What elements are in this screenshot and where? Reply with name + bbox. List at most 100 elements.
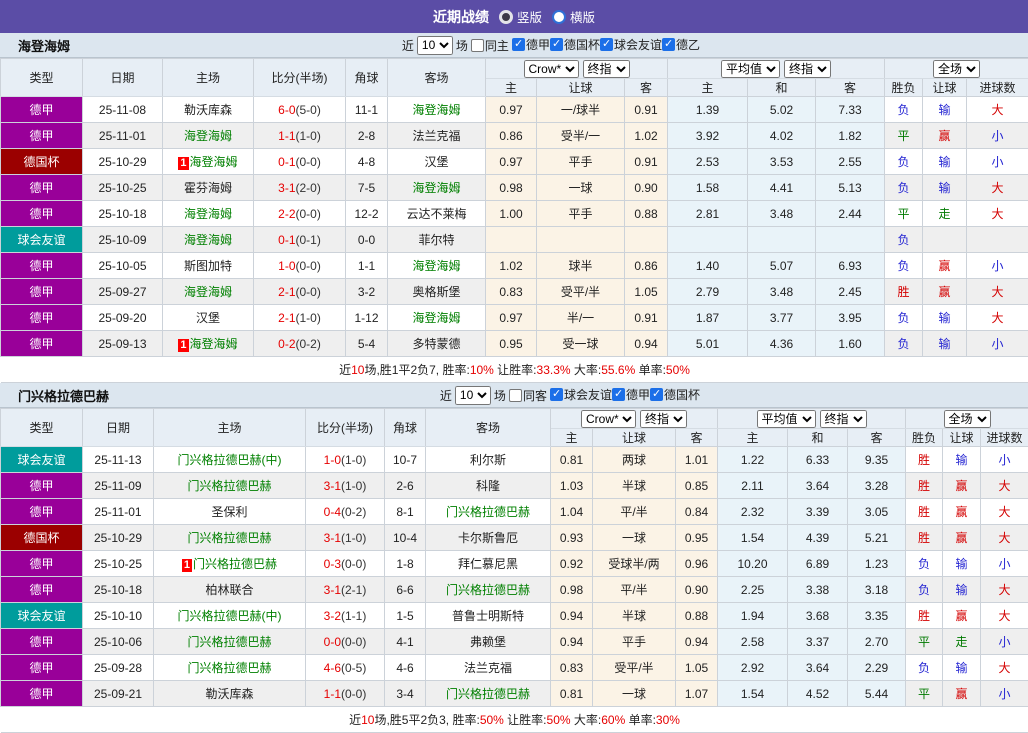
league-filter-item[interactable]: 球会友谊	[550, 386, 612, 403]
home-team-link[interactable]: 勒沃库森	[154, 681, 306, 707]
summary-text: 近	[349, 713, 361, 727]
layout-radio-horizontal[interactable]: 横版	[552, 7, 595, 26]
away-team-link[interactable]: 科隆	[426, 473, 551, 499]
home-team-link[interactable]: 门兴格拉德巴赫	[154, 655, 306, 681]
radio-vertical-icon[interactable]	[499, 10, 513, 24]
col-header-score: 比分(半场)	[254, 59, 346, 97]
home-team-link[interactable]: 门兴格拉德巴赫	[154, 525, 306, 551]
same-away-checkbox[interactable]	[509, 389, 522, 402]
home-team-link[interactable]: 柏林联合	[154, 577, 306, 603]
summary-text: 让胜率:	[504, 713, 547, 727]
home-team-link[interactable]: 门兴格拉德巴赫(中)	[154, 447, 306, 473]
home-team-link[interactable]: 海登海姆	[163, 201, 254, 227]
home-team-link[interactable]: 汉堡	[163, 305, 254, 331]
home-team-link[interactable]: 1海登海姆	[163, 149, 254, 175]
summary-text: 场,胜5平2负3, 胜率:	[374, 713, 479, 727]
average-select[interactable]: 平均值	[757, 410, 816, 428]
away-team-link[interactable]: 门兴格拉德巴赫	[426, 681, 551, 707]
odds-home-value: 0.98	[486, 175, 537, 201]
away-team-link[interactable]: 奥格斯堡	[388, 279, 486, 305]
home-team-link[interactable]: 海登海姆	[163, 123, 254, 149]
scope-select[interactable]: 全场	[933, 60, 980, 78]
home-team-link[interactable]: 1门兴格拉德巴赫	[154, 551, 306, 577]
away-team-link[interactable]: 门兴格拉德巴赫	[426, 499, 551, 525]
away-team-link[interactable]: 海登海姆	[388, 305, 486, 331]
league-filter-item[interactable]: 德国杯	[650, 386, 700, 403]
away-team-link[interactable]: 卡尔斯鲁厄	[426, 525, 551, 551]
away-team-link[interactable]: 多特蒙德	[388, 331, 486, 357]
away-team-link[interactable]: 拜仁慕尼黑	[426, 551, 551, 577]
match-count-select[interactable]: 10	[455, 386, 491, 405]
away-team-link[interactable]: 普鲁士明斯特	[426, 603, 551, 629]
bookmaker-select[interactable]: Crow*	[581, 410, 636, 428]
score-cell: 3-1(1-0)	[306, 525, 385, 551]
table-row: 德甲 25-09-20 汉堡 2-1(1-0) 1-12 海登海姆 0.97 半…	[1, 305, 1028, 331]
home-team-link[interactable]: 圣保利	[154, 499, 306, 525]
table-row: 球会友谊 25-11-13 门兴格拉德巴赫(中) 1-0(1-0) 10-7 利…	[1, 447, 1028, 473]
league-checkbox[interactable]	[650, 388, 663, 401]
away-team-link[interactable]: 云达不莱梅	[388, 201, 486, 227]
layout-radio-vertical[interactable]: 竖版	[499, 7, 542, 26]
away-team-link[interactable]: 弗赖堡	[426, 629, 551, 655]
avg-draw-odds: 3.48	[748, 279, 816, 305]
home-team-link[interactable]: 门兴格拉德巴赫	[154, 629, 306, 655]
result-win-draw-loss: 平	[906, 681, 943, 707]
away-team-link[interactable]: 海登海姆	[388, 175, 486, 201]
away-team-link[interactable]: 菲尔特	[388, 227, 486, 253]
league-checkbox[interactable]	[550, 388, 563, 401]
away-team-link[interactable]: 利尔斯	[426, 447, 551, 473]
league-filter-item[interactable]: 德乙	[662, 36, 700, 53]
avg-home-odds: 3.92	[668, 123, 748, 149]
same-home-checkbox[interactable]	[471, 39, 484, 52]
league-checkbox[interactable]	[612, 388, 625, 401]
league-label: 德国杯	[664, 386, 700, 403]
radio-horizontal-icon[interactable]	[552, 10, 566, 24]
col-header-result-goals: 进球数	[967, 79, 1028, 97]
away-team-link[interactable]: 海登海姆	[388, 253, 486, 279]
away-team-link[interactable]: 门兴格拉德巴赫	[426, 577, 551, 603]
odds-away-value: 0.96	[676, 551, 718, 577]
halftime-score: (1-0)	[341, 453, 366, 467]
home-team-link[interactable]: 门兴格拉德巴赫(中)	[154, 603, 306, 629]
avg-time-select[interactable]: 终指	[820, 410, 867, 428]
league-filter-item[interactable]: 德甲	[512, 36, 550, 53]
home-team-link[interactable]: 海登海姆	[163, 279, 254, 305]
league-checkbox[interactable]	[662, 38, 675, 51]
match-type-badge: 球会友谊	[1, 447, 83, 473]
first-match-badge: 1	[182, 559, 192, 572]
result-goals-over-under: 大	[967, 97, 1028, 123]
scope-select[interactable]: 全场	[944, 410, 991, 428]
match-count-select[interactable]: 10	[417, 36, 453, 55]
avg-time-select[interactable]: 终指	[784, 60, 831, 78]
same-away-filter[interactable]: 同客	[509, 387, 547, 404]
away-team-link[interactable]: 汉堡	[388, 149, 486, 175]
home-team-link[interactable]: 霍芬海姆	[163, 175, 254, 201]
result-handicap: 赢	[943, 499, 981, 525]
away-team-link[interactable]: 法兰克福	[426, 655, 551, 681]
avg-home-odds: 2.58	[718, 629, 788, 655]
odds-time-select[interactable]: 终指	[640, 410, 687, 428]
odds-time-select[interactable]: 终指	[583, 60, 630, 78]
league-checkbox[interactable]	[512, 38, 525, 51]
bookmaker-select[interactable]: Crow*	[524, 60, 579, 78]
league-filter-item[interactable]: 德甲	[612, 386, 650, 403]
table-row: 德国杯 25-10-29 1海登海姆 0-1(0-0) 4-8 汉堡 0.97 …	[1, 149, 1028, 175]
same-home-filter[interactable]: 同主	[471, 37, 509, 54]
home-team-link[interactable]: 海登海姆	[163, 227, 254, 253]
fulltime-score: 0-4	[324, 505, 341, 519]
avg-draw-odds: 6.89	[788, 551, 848, 577]
avg-draw-odds: 3.48	[748, 201, 816, 227]
odds-handicap-line: 半/一	[537, 305, 625, 331]
home-team-link[interactable]: 斯图加特	[163, 253, 254, 279]
home-team-link[interactable]: 门兴格拉德巴赫	[154, 473, 306, 499]
average-select[interactable]: 平均值	[721, 60, 780, 78]
home-team-link[interactable]: 勒沃库森	[163, 97, 254, 123]
away-team-link[interactable]: 海登海姆	[388, 97, 486, 123]
league-checkbox[interactable]	[550, 38, 563, 51]
home-team-link[interactable]: 1海登海姆	[163, 331, 254, 357]
league-filter-item[interactable]: 德国杯	[550, 36, 600, 53]
league-checkbox[interactable]	[600, 38, 613, 51]
away-team-link[interactable]: 法兰克福	[388, 123, 486, 149]
league-filter-item[interactable]: 球会友谊	[600, 36, 662, 53]
fulltime-score: 0-3	[324, 557, 341, 571]
